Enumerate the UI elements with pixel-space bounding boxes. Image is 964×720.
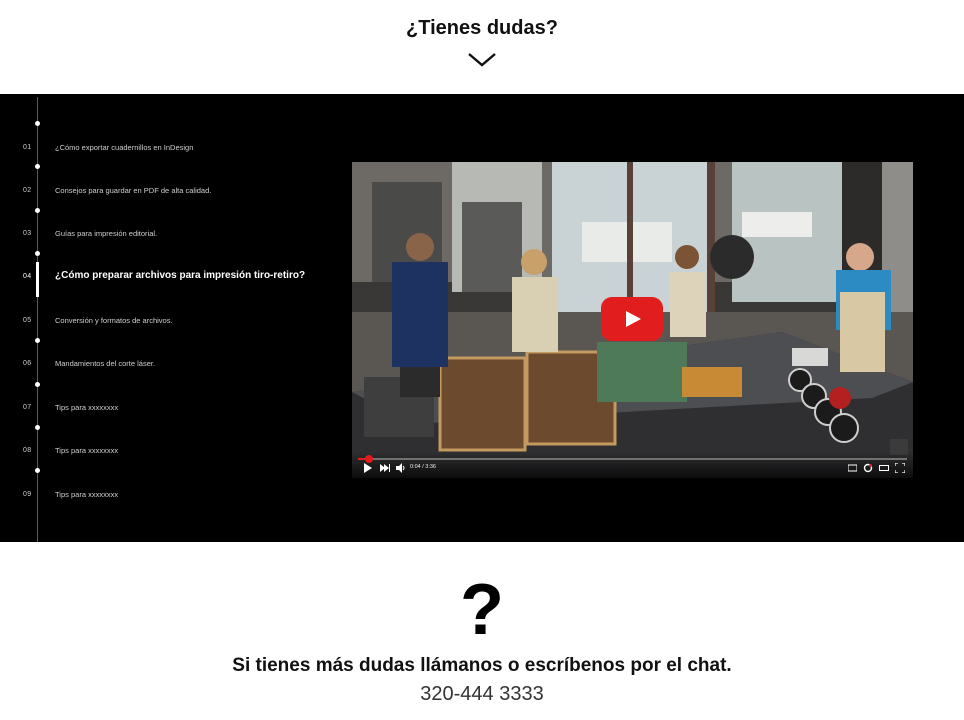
volume-icon[interactable] <box>396 463 406 473</box>
topic-item[interactable]: 03 Guías para impresión editorial. <box>0 226 340 246</box>
timeline-dot <box>35 382 40 387</box>
next-icon[interactable] <box>380 463 390 473</box>
topic-number: 01 <box>23 144 32 151</box>
topic-number: 08 <box>23 447 32 454</box>
page-title: ¿Tienes dudas? <box>406 17 558 39</box>
timeline-dot <box>35 425 40 430</box>
play-icon[interactable] <box>364 463 372 473</box>
video-time: 0:04 / 3:36 <box>410 464 436 470</box>
topic-item[interactable]: 08 Tips para xxxxxxxx <box>0 443 340 463</box>
topic-item[interactable]: 07 Tips para xxxxxxxx <box>0 400 340 420</box>
youtube-play-icon[interactable] <box>601 297 663 341</box>
faq-video-section: 01 ¿Cómo exportar cuadernillos en InDesi… <box>0 94 964 542</box>
settings-gear-icon[interactable] <box>863 463 873 473</box>
topic-label: Conversión y formatos de archivos. <box>55 316 173 325</box>
video-progress-bar[interactable] <box>358 455 907 463</box>
topic-label: Mandamientos del corte láser. <box>55 359 156 368</box>
topic-item[interactable]: 01 ¿Cómo exportar cuadernillos en InDesi… <box>0 140 340 160</box>
topic-label: ¿Cómo exportar cuadernillos en InDesign <box>55 143 194 152</box>
video-controls: 0:04 / 3:36 <box>352 452 913 478</box>
timeline-dot <box>35 251 40 256</box>
topic-label: Tips para xxxxxxxx <box>55 490 119 499</box>
topic-label: Tips para xxxxxxxx <box>55 403 119 412</box>
theater-mode-icon[interactable] <box>879 463 889 473</box>
topic-label: Guías para impresión editorial. <box>55 229 158 238</box>
topic-number: 09 <box>23 491 32 498</box>
contact-message: Si tienes más dudas llámanos o escríbeno… <box>232 655 732 676</box>
video-player[interactable]: 0:04 / 3:36 <box>352 162 913 478</box>
topic-number: 06 <box>23 360 32 367</box>
topic-number: 02 <box>23 187 32 194</box>
topic-item[interactable]: 02 Consejos para guardar en PDF de alta … <box>0 183 340 203</box>
phone-number[interactable]: 320-444 3333 <box>0 683 964 706</box>
topic-number: 05 <box>23 317 32 324</box>
topic-label: Consejos para guardar en PDF de alta cal… <box>55 186 212 195</box>
captions-icon[interactable] <box>848 463 857 473</box>
timeline-dot <box>35 338 40 343</box>
topic-label: Tips para xxxxxxxx <box>55 446 119 455</box>
timeline-dot <box>35 208 40 213</box>
timeline-dot <box>35 164 40 169</box>
faq-header: ¿Tienes dudas? <box>0 0 964 94</box>
topic-item-active[interactable]: 04 ¿Cómo preparar archivos para impresió… <box>0 269 340 289</box>
topic-item[interactable]: 09 Tips para xxxxxxxx <box>0 487 340 507</box>
fullscreen-icon[interactable] <box>895 463 905 473</box>
video-progress-knob[interactable] <box>364 455 373 463</box>
chevron-down-icon[interactable] <box>468 52 496 68</box>
timeline-dot <box>35 121 40 126</box>
topic-number: 07 <box>23 404 32 411</box>
topic-item[interactable]: 06 Mandamientos del corte láser. <box>0 356 340 376</box>
topic-label: ¿Cómo preparar archivos para impresión t… <box>55 270 306 281</box>
topic-number: 03 <box>23 230 32 237</box>
timeline-dot <box>35 468 40 473</box>
topic-item[interactable]: 05 Conversión y formatos de archivos. <box>0 313 340 333</box>
contact-section: ? Si tienes más dudas llámanos o escríbe… <box>0 542 964 720</box>
question-mark-icon: ? <box>460 570 504 650</box>
topic-number: 04 <box>23 273 32 280</box>
